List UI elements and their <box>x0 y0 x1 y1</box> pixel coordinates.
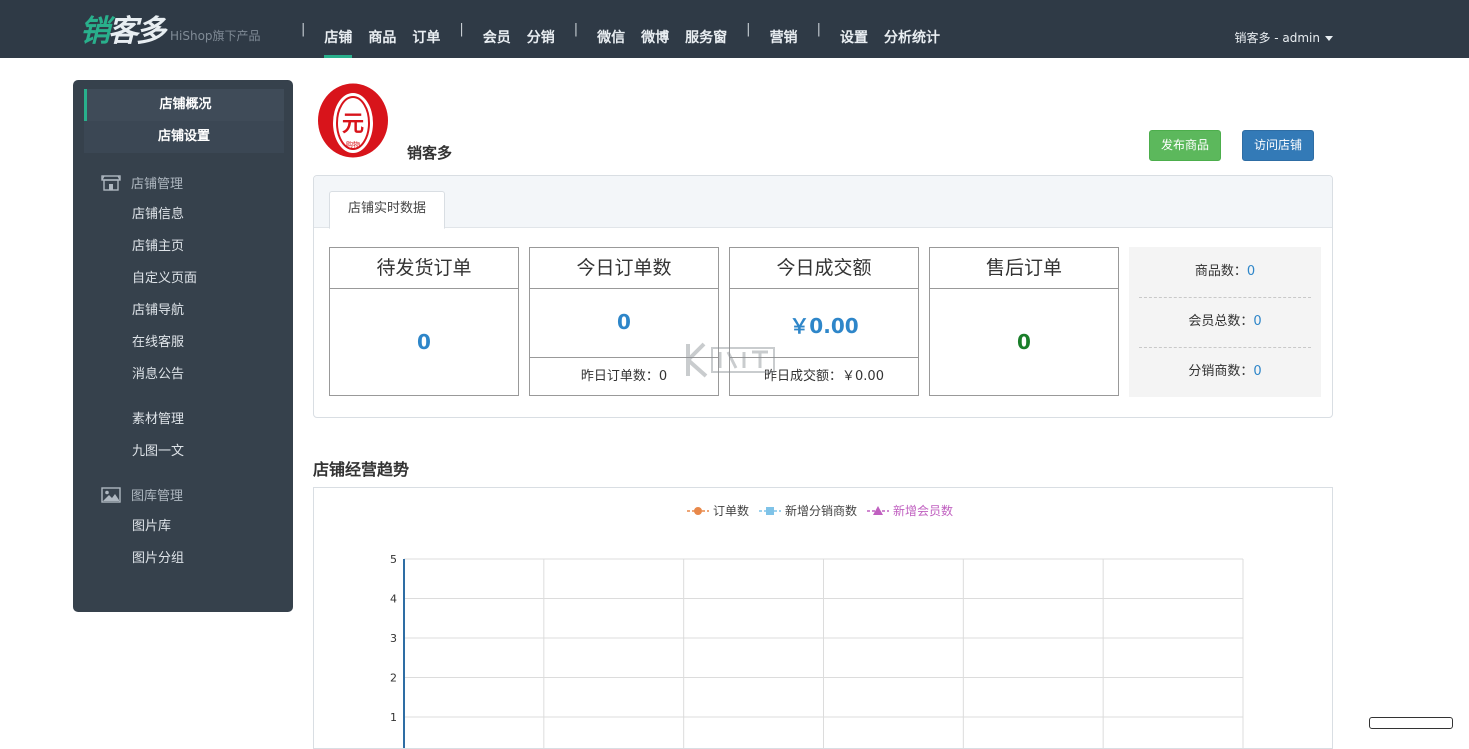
sidebar-item-store-nav[interactable]: 店铺导航 <box>132 299 184 318</box>
stat-distributor-count: 分销商数：0 <box>1139 347 1311 397</box>
panel-header: 店铺实时数据 <box>314 176 1332 229</box>
y-tick-label: 4 <box>390 593 397 606</box>
store-logo-sub: 购物 <box>346 140 360 149</box>
store-logo: 元 购物 <box>318 83 388 158</box>
y-tick-label: 5 <box>390 553 397 566</box>
sidebar-group-label: 图库管理 <box>131 489 184 504</box>
stat-label: 会员总数： <box>1188 314 1254 329</box>
stat-title: 今日成交额 <box>730 248 918 289</box>
sidebar-tab-settings[interactable]: 店铺设置 <box>84 121 284 153</box>
sidebar-item-materials[interactable]: 素材管理 <box>132 408 184 427</box>
sidebar-item-image-library[interactable]: 图片库 <box>132 515 171 534</box>
logo-subtitle: HiShop旗下产品 <box>170 29 261 43</box>
nav-service-window[interactable]: 服务窗 <box>685 0 727 58</box>
tab-realtime-data[interactable]: 店铺实时数据 <box>329 191 445 229</box>
image-icon <box>101 486 121 503</box>
sidebar-item-image-groups[interactable]: 图片分组 <box>132 547 184 566</box>
stat-value[interactable]: 0 <box>1253 314 1261 329</box>
store-logo-char: 元 <box>342 112 364 137</box>
sidebar-tabs: 店铺概况 店铺设置 <box>84 89 284 153</box>
stat-value: 0 <box>617 310 631 334</box>
publish-product-button[interactable]: 发布商品 <box>1149 130 1221 161</box>
floating-widget[interactable] <box>1369 717 1453 729</box>
sidebar-item-store-info[interactable]: 店铺信息 <box>132 203 184 222</box>
chevron-down-icon <box>1325 36 1333 41</box>
stat-after-sales[interactable]: 售后订单 0 <box>929 247 1119 396</box>
sidebar-item-announcements[interactable]: 消息公告 <box>132 363 184 382</box>
y-tick-label: 3 <box>390 632 397 645</box>
sidebar-group-store-management: 店铺管理 <box>73 173 183 192</box>
main-nav: | 店铺 商品 订单 | 会员 分销 | 微信 微博 服务窗 | 营销 | 设置… <box>290 0 948 58</box>
user-name: 销客多 - admin <box>1234 31 1320 45</box>
stat-member-count: 会员总数：0 <box>1139 297 1311 348</box>
stat-label: 商品数： <box>1194 264 1247 279</box>
nav-separator: | <box>573 21 579 37</box>
nav-settings[interactable]: 设置 <box>840 0 868 58</box>
stat-product-count: 商品数：0 <box>1139 247 1311 298</box>
stat-value: 0 <box>417 330 431 354</box>
sidebar-item-nine-image[interactable]: 九图一文 <box>132 440 184 459</box>
y-tick-label: 1 <box>390 711 397 724</box>
nav-distribution[interactable]: 分销 <box>527 0 555 58</box>
chart-plot: 5 4 3 2 1 <box>390 553 1244 748</box>
y-tick-label: 2 <box>390 672 397 685</box>
sidebar: 店铺概况 店铺设置 店铺管理 店铺信息 店铺主页 自定义页面 店铺导航 在线客服… <box>73 80 293 612</box>
nav-separator: | <box>816 21 821 37</box>
sidebar-item-custom-page[interactable]: 自定义页面 <box>132 267 197 286</box>
nav-analytics[interactable]: 分析统计 <box>884 0 940 58</box>
stat-pending-orders[interactable]: 待发货订单 0 <box>329 247 519 396</box>
sidebar-group-label: 店铺管理 <box>131 177 184 192</box>
stat-value[interactable]: 0 <box>1253 364 1261 379</box>
watermark-logo <box>686 342 775 378</box>
sidebar-tab-overview[interactable]: 店铺概况 <box>84 89 284 121</box>
store-name: 销客多 <box>407 144 453 162</box>
trend-section-title: 店铺经营趋势 <box>313 460 410 479</box>
nav-separator: | <box>301 21 306 37</box>
visit-store-button[interactable]: 访问店铺 <box>1242 130 1314 161</box>
stat-title: 今日订单数 <box>530 248 718 289</box>
stat-value: ￥0.00 <box>789 314 859 338</box>
nav-weibo[interactable]: 微博 <box>641 0 669 58</box>
sidebar-item-store-home[interactable]: 店铺主页 <box>132 235 184 254</box>
stat-title: 售后订单 <box>930 248 1118 289</box>
logo-text-1: 销 <box>80 14 110 49</box>
nav-marketing[interactable]: 营销 <box>770 0 798 58</box>
stat-title: 待发货订单 <box>330 248 518 289</box>
stat-value: 0 <box>1017 330 1031 354</box>
stat-value[interactable]: 0 <box>1247 264 1255 279</box>
nav-products[interactable]: 商品 <box>368 0 396 58</box>
side-stats: 商品数：0 会员总数：0 分销商数：0 <box>1129 247 1321 397</box>
top-navbar: 销客多 HiShop旗下产品 | 店铺 商品 订单 | 会员 分销 | 微信 微… <box>0 0 1469 58</box>
sidebar-group-gallery: 图库管理 <box>73 485 183 504</box>
sidebar-item-online-service[interactable]: 在线客服 <box>132 331 184 350</box>
trend-chart: 订单数 新增分销商数 新增会员数 54321 <box>313 487 1333 749</box>
stat-label: 分销商数： <box>1188 364 1254 379</box>
nav-separator: | <box>459 21 464 37</box>
user-menu[interactable]: 销客多 - admin <box>1234 29 1333 46</box>
nav-wechat[interactable]: 微信 <box>597 0 625 58</box>
logo-mark: 销客多 <box>80 14 166 50</box>
realtime-panel: 店铺实时数据 待发货订单 0 今日订单数 0 昨日订单数：0 今日成交额 ￥0.… <box>313 175 1333 418</box>
store-icon <box>101 174 121 191</box>
brand-logo[interactable]: 销客多 HiShop旗下产品 <box>80 10 261 50</box>
nav-store[interactable]: 店铺 <box>324 0 353 58</box>
logo-text-2: 客多 <box>108 14 166 49</box>
nav-separator: | <box>746 21 751 37</box>
nav-orders[interactable]: 订单 <box>412 0 440 58</box>
nav-members[interactable]: 会员 <box>483 0 511 58</box>
